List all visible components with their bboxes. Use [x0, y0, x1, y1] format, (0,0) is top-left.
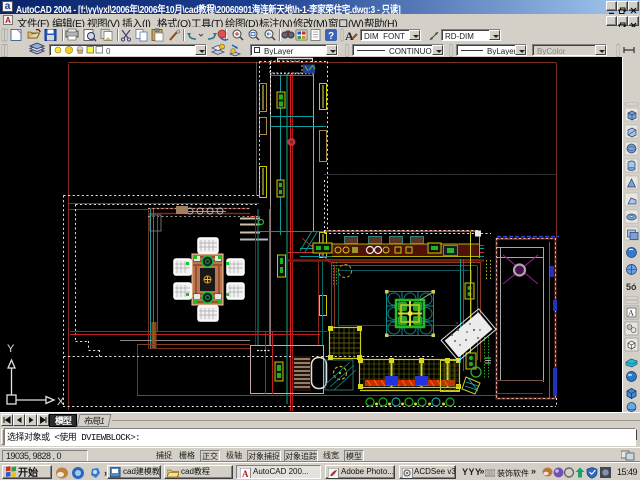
- svg-text:X: X: [57, 396, 65, 408]
- svg-text:Y: Y: [7, 343, 15, 355]
- svg-text:A: A: [242, 469, 249, 479]
- svg-text:5ó: 5ó: [626, 282, 637, 292]
- svg-text:?: ?: [328, 31, 334, 42]
- svg-text:A: A: [628, 309, 634, 318]
- svg-text:A: A: [345, 29, 354, 43]
